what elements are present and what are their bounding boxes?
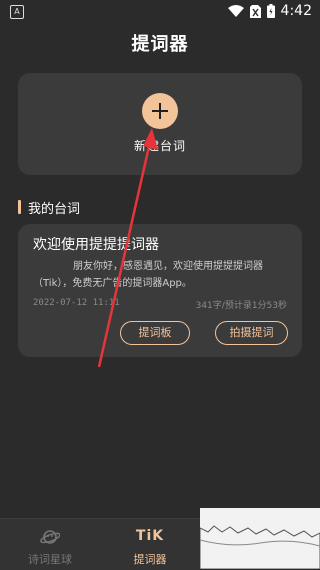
no-sim-icon bbox=[249, 4, 261, 18]
battery-icon bbox=[266, 4, 275, 18]
planet-icon bbox=[40, 530, 60, 544]
nav-label: 提词器 bbox=[133, 553, 167, 566]
my-scripts-header: 我的台词 bbox=[18, 198, 81, 217]
page-title: 提词器 bbox=[131, 34, 189, 55]
new-script-label: 新建台词 bbox=[133, 139, 186, 153]
add-script-button[interactable] bbox=[142, 93, 178, 129]
script-word-count: 341字/预计录1分53秒 bbox=[195, 301, 287, 311]
new-script-card[interactable]: 新建台词 bbox=[18, 73, 302, 175]
script-title: 欢迎使用提提提词器 bbox=[33, 237, 159, 253]
bottom-nav: 诗词星球 TiK 提词器 bbox=[0, 518, 200, 570]
script-card[interactable]: 欢迎使用提提提词器 朋友你好，感恩遇见，欢迎使用提提提词器（Tik），免费无广告… bbox=[18, 224, 302, 357]
status-bar: A 4:42 bbox=[0, 0, 320, 24]
section-title: 我的台词 bbox=[28, 201, 81, 217]
script-excerpt: 朋友你好，感恩遇见，欢迎使用提提提词器（Tik），免费无广告的提词器App。 bbox=[33, 261, 263, 289]
nav-label: 诗词星球 bbox=[28, 553, 72, 566]
section-accent-bar bbox=[18, 200, 21, 214]
nav-teleprompter[interactable]: TiK 提词器 bbox=[100, 519, 200, 570]
teleprompter-button[interactable]: 提词板 bbox=[120, 321, 190, 345]
notification-icon: A bbox=[10, 5, 24, 19]
clock: 4:42 bbox=[280, 3, 312, 19]
nav-poetry-planet[interactable]: 诗词星球 bbox=[0, 519, 100, 570]
watermark-thumbnail bbox=[200, 508, 320, 569]
tik-logo-icon: TiK bbox=[135, 528, 165, 544]
wifi-icon bbox=[227, 4, 244, 17]
script-date: 2022-07-12 11:11 bbox=[33, 298, 120, 308]
record-teleprompt-button[interactable]: 拍摄提词 bbox=[215, 321, 288, 345]
